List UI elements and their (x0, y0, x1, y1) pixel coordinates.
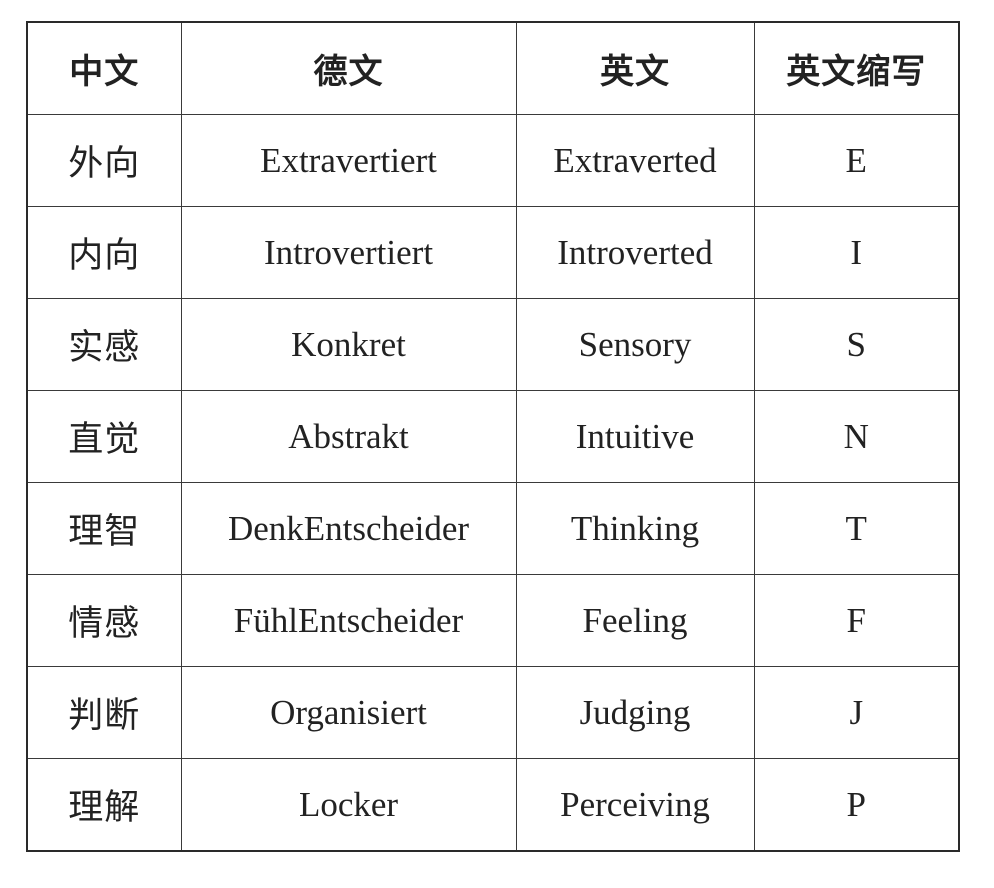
cell-chinese: 外向 (26, 114, 182, 207)
cell-english: Introverted (515, 206, 755, 299)
table-row: 情感 FühlEntscheider Feeling F (26, 574, 960, 667)
cell-abbreviation: I (753, 206, 960, 299)
mbti-type-table: 中文 德文 英文 英文缩写 外向 Extravertiert Extravert… (26, 21, 960, 852)
cell-german: FühlEntscheider (180, 574, 517, 667)
cell-chinese: 实感 (26, 298, 182, 391)
cell-chinese: 理解 (26, 758, 182, 852)
cell-chinese: 情感 (26, 574, 182, 667)
table-row: 理智 DenkEntscheider Thinking T (26, 482, 960, 575)
cell-english: Thinking (515, 482, 755, 575)
cell-german: Konkret (180, 298, 517, 391)
cell-abbreviation: E (753, 114, 960, 207)
cell-abbreviation: P (753, 758, 960, 852)
cell-english: Perceiving (515, 758, 755, 852)
table-row: 直觉 Abstrakt Intuitive N (26, 390, 960, 483)
table-row: 理解 Locker Perceiving P (26, 758, 960, 852)
cell-english: Extraverted (515, 114, 755, 207)
table-row: 实感 Konkret Sensory S (26, 298, 960, 391)
cell-abbreviation: N (753, 390, 960, 483)
cell-chinese: 内向 (26, 206, 182, 299)
cell-german: Introvertiert (180, 206, 517, 299)
cell-chinese: 理智 (26, 482, 182, 575)
cell-german: Locker (180, 758, 517, 852)
cell-chinese: 判断 (26, 666, 182, 759)
cell-german: Extravertiert (180, 114, 517, 207)
header-row: 中文 德文 英文 英文缩写 (26, 21, 960, 115)
cell-english: Intuitive (515, 390, 755, 483)
cell-german: DenkEntscheider (180, 482, 517, 575)
cell-english: Judging (515, 666, 755, 759)
cell-german: Organisiert (180, 666, 517, 759)
table-row: 判断 Organisiert Judging J (26, 666, 960, 759)
cell-english: Feeling (515, 574, 755, 667)
table-row: 内向 Introvertiert Introverted I (26, 206, 960, 299)
cell-english: Sensory (515, 298, 755, 391)
header-german: 德文 (180, 21, 517, 115)
cell-abbreviation: F (753, 574, 960, 667)
cell-abbreviation: J (753, 666, 960, 759)
cell-abbreviation: S (753, 298, 960, 391)
cell-german: Abstrakt (180, 390, 517, 483)
header-english: 英文 (515, 21, 755, 115)
header-english-abbreviation: 英文缩写 (753, 21, 960, 115)
header-chinese: 中文 (26, 21, 182, 115)
cell-abbreviation: T (753, 482, 960, 575)
cell-chinese: 直觉 (26, 390, 182, 483)
table-row: 外向 Extravertiert Extraverted E (26, 114, 960, 207)
